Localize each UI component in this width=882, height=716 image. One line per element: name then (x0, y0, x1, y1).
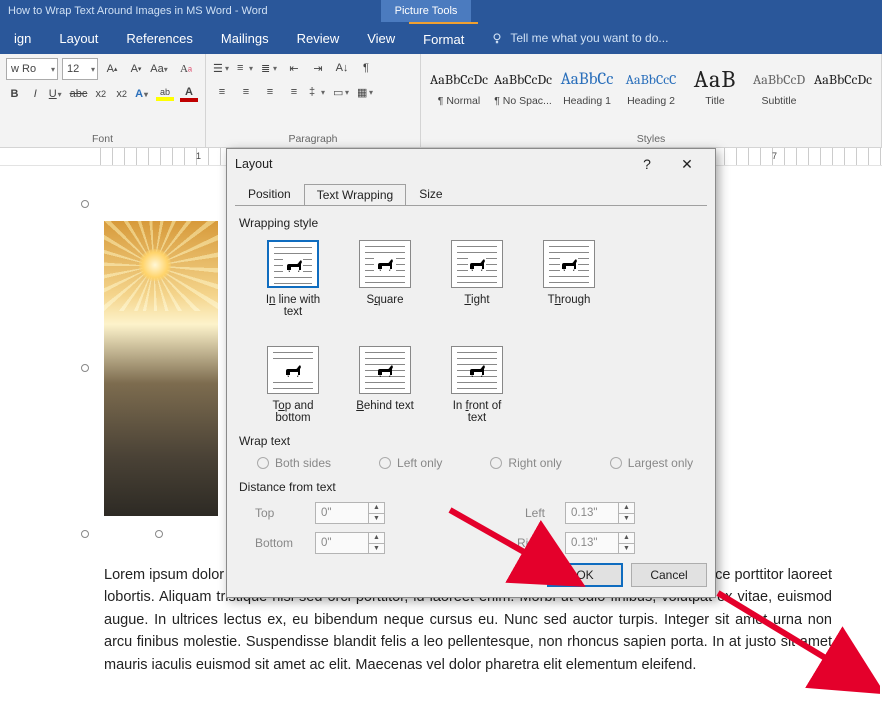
tell-me-placeholder: Tell me what you want to do... (510, 31, 668, 45)
font-size-combo[interactable]: 12▾ (62, 58, 98, 80)
lightbulb-icon (490, 31, 504, 45)
distance-left-label: Left (495, 506, 545, 520)
dialog-tab-text-wrapping[interactable]: Text Wrapping (304, 184, 406, 206)
clear-formatting-button[interactable]: Aᵃ (174, 59, 194, 79)
distance-right-label: Right (495, 536, 545, 550)
dialog-tab-size[interactable]: Size (406, 183, 455, 205)
dialog-title-bar[interactable]: Layout ? ✕ (227, 149, 715, 179)
wrap-option-square[interactable]: Square (351, 240, 419, 318)
layout-dialog: Layout ? ✕ Position Text Wrapping Size W… (226, 148, 716, 598)
wrapping-style-label: Wrapping style (239, 216, 703, 230)
distance-bottom-label: Bottom (245, 536, 295, 550)
ribbon-group-label-styles: Styles (427, 133, 875, 147)
style-heading-2[interactable]: AaBbCcCHeading 2 (619, 58, 683, 118)
dialog-title: Layout (235, 157, 273, 171)
align-right-button[interactable]: ≡ (260, 82, 280, 102)
wrap-option-front[interactable]: In front of text (443, 346, 511, 424)
document-title: How to Wrap Text Around Images in MS Wor… (8, 5, 268, 17)
ruler-mark-1: 1 (196, 151, 201, 161)
underline-button[interactable]: U▾ (48, 84, 65, 104)
font-color-button[interactable]: A (179, 84, 199, 104)
bold-button[interactable]: B (6, 84, 23, 104)
resize-handle-s[interactable] (155, 530, 163, 538)
justify-button[interactable]: ≡ (284, 82, 304, 102)
wrap-option-tight[interactable]: Tight (443, 240, 511, 318)
bullets-button[interactable]: ☰▾ (212, 58, 232, 78)
ribbon: w Ro▾ 12▾ A▴ A▾ Aa▾ Aᵃ B I U▾ abc x2 x2 … (0, 54, 882, 148)
text-effects-button[interactable]: A▾ (134, 84, 151, 104)
inserted-image-sunset[interactable] (104, 221, 218, 516)
line-spacing-button[interactable]: ‡▾ (308, 82, 328, 102)
wrap-option-through[interactable]: Through (535, 240, 603, 318)
dialog-close-button[interactable]: ✕ (667, 149, 707, 179)
tab-design-cut[interactable]: ign (0, 22, 45, 54)
subscript-button[interactable]: x2 (92, 84, 109, 104)
change-case-button[interactable]: Aa▾ (150, 59, 170, 79)
strikethrough-button[interactable]: abc (69, 84, 89, 104)
align-center-button[interactable]: ≡ (236, 82, 256, 102)
ribbon-group-styles: AaBbCcDc¶ NormalAaBbCcDc¶ No Spac...AaBb… (421, 54, 882, 147)
style--no-spac-[interactable]: AaBbCcDc¶ No Spac... (491, 58, 555, 118)
style--normal[interactable]: AaBbCcDc¶ Normal (427, 58, 491, 118)
resize-handle-sw[interactable] (81, 530, 89, 538)
style-heading-1[interactable]: AaBbCcHeading 1 (555, 58, 619, 118)
distance-right-spinner[interactable]: 0.13"▲▼ (565, 532, 635, 554)
resize-handle-nw[interactable] (81, 200, 89, 208)
numbering-button[interactable]: ≡▾ (236, 58, 256, 78)
multilevel-list-button[interactable]: ≣▾ (260, 58, 280, 78)
shrink-font-button[interactable]: A▾ (126, 59, 146, 79)
align-left-button[interactable]: ≡ (212, 82, 232, 102)
style-subtitle[interactable]: AaBbCcDSubtitle (747, 58, 811, 118)
wrap-text-label: Wrap text (239, 434, 703, 448)
style-more[interactable]: AaBbCcDc (811, 58, 875, 118)
ribbon-group-label-font: Font (6, 133, 199, 147)
ribbon-group-label-paragraph: Paragraph (212, 133, 414, 147)
tab-view[interactable]: View (353, 22, 409, 54)
cancel-button[interactable]: Cancel (631, 563, 707, 587)
sort-button[interactable]: A↓ (332, 58, 352, 78)
wrap-text-radio-left-only[interactable]: Left only (379, 456, 442, 470)
decrease-indent-button[interactable]: ⇤ (284, 58, 304, 78)
grow-font-button[interactable]: A▴ (102, 59, 122, 79)
tab-format[interactable]: Format (409, 22, 478, 54)
superscript-button[interactable]: x2 (113, 84, 130, 104)
ribbon-group-paragraph: ☰▾ ≡▾ ≣▾ ⇤ ⇥ A↓ ¶ ≡ ≡ ≡ ≡ ‡▾ ▭▾ ▦▾ Parag… (206, 54, 421, 147)
shading-button[interactable]: ▭▾ (332, 82, 352, 102)
wrap-option-inline[interactable]: In line with text (259, 240, 327, 318)
wrap-text-radio-both-sides[interactable]: Both sides (257, 456, 331, 470)
dialog-tab-position[interactable]: Position (235, 183, 304, 205)
tab-mailings[interactable]: Mailings (207, 22, 283, 54)
dialog-help-button[interactable]: ? (627, 149, 667, 179)
tab-layout[interactable]: Layout (45, 22, 112, 54)
ribbon-group-font: w Ro▾ 12▾ A▴ A▾ Aa▾ Aᵃ B I U▾ abc x2 x2 … (0, 54, 206, 147)
distance-top-spinner[interactable]: 0"▲▼ (315, 502, 385, 524)
highlight-color-button[interactable]: ab (155, 84, 175, 104)
distance-left-spinner[interactable]: 0.13"▲▼ (565, 502, 635, 524)
tab-references[interactable]: References (112, 22, 206, 54)
dialog-tabs: Position Text Wrapping Size (227, 179, 715, 205)
font-name-combo[interactable]: w Ro▾ (6, 58, 58, 80)
tab-review[interactable]: Review (283, 22, 354, 54)
borders-button[interactable]: ▦▾ (356, 82, 376, 102)
title-bar: How to Wrap Text Around Images in MS Wor… (0, 0, 882, 22)
wrap-option-topbottom[interactable]: Top and bottom (259, 346, 327, 424)
resize-handle-w[interactable] (81, 364, 89, 372)
ok-button[interactable]: OK (547, 563, 623, 587)
distance-bottom-spinner[interactable]: 0"▲▼ (315, 532, 385, 554)
wrap-option-behind[interactable]: Behind text (351, 346, 419, 424)
show-marks-button[interactable]: ¶ (356, 58, 376, 78)
distance-top-label: Top (245, 506, 295, 520)
increase-indent-button[interactable]: ⇥ (308, 58, 328, 78)
wrap-text-radio-largest-only[interactable]: Largest only (610, 456, 693, 470)
ruler-mark-7: 7 (772, 151, 777, 161)
distance-from-text-label: Distance from text (239, 480, 703, 494)
dialog-body: Wrapping style In line with text Square Ti… (235, 205, 707, 565)
style-title[interactable]: AaBTitle (683, 58, 747, 118)
wrap-text-radio-right-only[interactable]: Right only (490, 456, 561, 470)
ribbon-tabs: ign Layout References Mailings Review Vi… (0, 22, 882, 54)
contextual-tab-picture-tools[interactable]: Picture Tools (381, 0, 471, 22)
italic-button[interactable]: I (27, 84, 44, 104)
tell-me-search[interactable]: Tell me what you want to do... (490, 31, 668, 45)
